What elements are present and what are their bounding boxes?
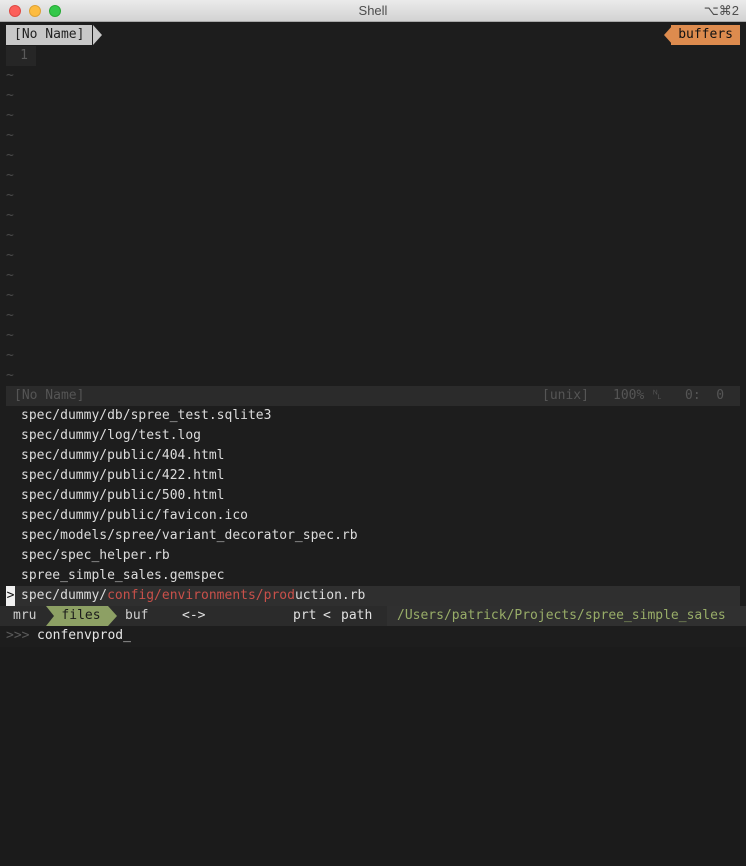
vim-statusline: [No Name] [unix] 100% ␤ 0: 0 [6,386,740,406]
ctrlp-results-list: spec/dummy/db/spree_test.sqlite3 spec/du… [0,406,746,606]
tilde-marker: ~ [6,88,14,103]
tilde-marker: ~ [6,288,14,303]
files-mode-tail-icon [46,606,54,626]
empty-line-markers: ~ ~ ~ ~ ~ ~ ~ ~ ~ ~ ~ ~ ~ ~ ~ ~ [6,66,14,386]
chevron-left-icon: < [323,608,331,623]
selected-path-prefix: spec/dummy/ [21,588,108,603]
result-item[interactable]: spec/dummy/public/422.html [21,466,225,486]
mode-files[interactable]: files [54,606,108,626]
buffer-tab-arrow-icon [93,25,102,45]
result-item[interactable]: spec/dummy/public/favicon.ico [21,506,248,526]
tilde-marker: ~ [6,248,14,263]
tilde-marker: ~ [6,68,14,83]
selected-result-text: spec/dummy/config/environments/productio… [21,586,365,606]
files-mode-arrow-icon [108,606,117,626]
title-bar[interactable]: Shell ⌥⌘2 [0,0,746,22]
ctrlp-prompt[interactable]: >>> confenvprod_ [0,626,746,647]
buffer-tab[interactable]: [No Name] [6,25,93,45]
window-shortcut: ⌥⌘2 [703,3,739,18]
result-item[interactable]: spec/dummy/db/spree_test.sqlite3 [21,406,271,426]
result-item[interactable]: spec/models/spree/variant_decorator_spec… [21,526,358,546]
working-directory-path: /Users/patrick/Projects/spree_simple_sal… [397,608,726,623]
tilde-marker: ~ [6,188,14,203]
path-label: path [341,608,373,623]
tilde-marker: ~ [6,168,14,183]
tilde-marker: ~ [6,308,14,323]
tilde-marker: ~ [6,268,14,283]
tilde-marker: ~ [6,128,14,143]
match-highlight: config/environments/prod [107,588,295,603]
line-number-icon: ␤ [652,388,663,403]
result-item[interactable]: spec/dummy/public/500.html [21,486,225,506]
tilde-marker: ~ [6,368,14,383]
tilde-marker: ~ [6,148,14,163]
editor-area[interactable]: 1 ~ ~ ~ ~ ~ ~ ~ ~ ~ ~ ~ ~ ~ ~ ~ ~ [0,46,746,386]
tilde-marker: ~ [6,228,14,243]
tilde-marker: ~ [6,208,14,223]
mode-toggle: <-> [182,608,206,623]
prompt-chevrons: >>> [6,628,30,643]
selected-path-suffix: uction.rb [294,588,366,603]
vim-tabline: [No Name] buffers [0,25,746,45]
statusline-percent: 100% [613,388,645,403]
terminal-window: Shell ⌥⌘2 [No Name] buffers 1 ~ ~ ~ ~ ~ ~ ~ ~ ~ ~… [0,0,746,647]
prompt-input[interactable]: confenvprod_ [37,626,131,646]
statusline-filename: [No Name] [14,388,85,403]
statusline-position: 0: 0 [685,388,725,403]
result-item[interactable]: spree_simple_sales.gemspec [21,566,225,586]
prt-label: prt [293,608,317,623]
ctrlp-statusline: mru files buf <-> prt < path /Users/patr… [0,606,746,626]
selection-marker: > [6,586,15,606]
mode-mru[interactable]: mru [13,606,36,626]
tilde-marker: ~ [6,108,14,123]
line-number: 1 [6,46,36,66]
statusline-fileformat: [unix] [542,388,589,403]
window-title: Shell [358,3,388,18]
tilde-marker: ~ [6,328,14,343]
tilde-marker: ~ [6,348,14,363]
selected-result-item[interactable]: > spec/dummy/config/environments/product… [6,586,740,606]
result-item[interactable]: spec/dummy/log/test.log [21,426,201,446]
buffers-label: buffers [671,25,740,45]
result-item[interactable]: spec/dummy/public/404.html [21,446,225,466]
result-item[interactable]: spec/spec_helper.rb [21,546,170,566]
mode-buf[interactable]: buf [125,606,148,626]
